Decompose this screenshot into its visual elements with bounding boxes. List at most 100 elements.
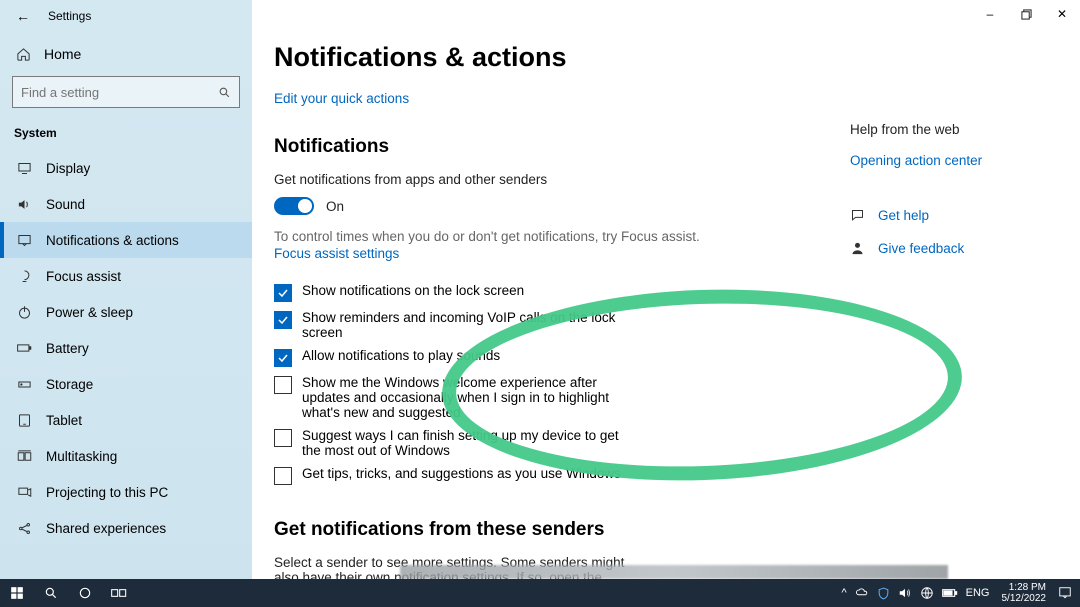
language-indicator[interactable]: ENG [966, 587, 990, 599]
focus-assist-note: To control times when you do or don't ge… [274, 229, 820, 244]
sidebar-item-focus[interactable]: Focus assist [0, 258, 252, 294]
notification-checkbox[interactable]: Show notifications on the lock screen [274, 283, 634, 302]
sidebar-item-label: Tablet [46, 413, 82, 428]
get-help-link[interactable]: Get help [850, 208, 1040, 223]
main-area: – ✕ Notifications & actions Edit your qu… [252, 0, 1080, 579]
sidebar-item-battery[interactable]: Battery [0, 330, 252, 366]
sidebar-item-sound[interactable]: Sound [0, 186, 252, 222]
storage-icon [16, 376, 32, 392]
sidebar-item-tablet[interactable]: Tablet [0, 402, 252, 438]
sidebar-item-label: Storage [46, 377, 93, 392]
checkbox-icon [274, 429, 292, 447]
checkbox-icon [274, 349, 292, 367]
sidebar-item-label: Focus assist [46, 269, 121, 284]
battery-icon[interactable] [942, 587, 958, 599]
project-icon [16, 484, 32, 500]
senders-heading: Get notifications from these senders [274, 519, 820, 541]
volume-icon[interactable] [898, 586, 912, 600]
page-title: Notifications & actions [274, 42, 820, 73]
system-tray: ^ ENG 1:28 PM 5/12/2022 [841, 582, 1080, 604]
start-button[interactable] [0, 579, 34, 607]
tray-chevron-icon[interactable]: ^ [841, 587, 846, 599]
notif-icon [16, 232, 32, 248]
back-button[interactable]: ← [16, 8, 30, 24]
notification-checkbox[interactable]: Suggest ways I can finish setting up my … [274, 428, 634, 458]
window-title: Settings [48, 9, 91, 23]
settings-window: ← Settings Home System Display Sound Notif… [0, 0, 1080, 579]
sidebar-item-power[interactable]: Power & sleep [0, 294, 252, 330]
clock[interactable]: 1:28 PM 5/12/2022 [998, 582, 1051, 604]
network-icon[interactable] [920, 586, 934, 600]
search-field[interactable] [21, 85, 218, 100]
give-feedback-link[interactable]: Give feedback [850, 241, 1040, 256]
sidebar-item-label: Battery [46, 341, 89, 356]
task-view-button[interactable] [102, 579, 136, 607]
display-icon [16, 160, 32, 176]
notification-checkbox[interactable]: Get tips, tricks, and suggestions as you… [274, 466, 634, 485]
sound-icon [16, 196, 32, 212]
tablet-icon [16, 412, 32, 428]
power-icon [16, 304, 32, 320]
action-center-icon[interactable] [1058, 586, 1072, 600]
shared-icon [16, 520, 32, 536]
minimize-button[interactable]: – [972, 0, 1008, 28]
edit-quick-actions-link[interactable]: Edit your quick actions [274, 91, 820, 106]
maximize-button[interactable] [1008, 0, 1044, 28]
focus-icon [16, 268, 32, 284]
decorative-blur [400, 565, 948, 579]
taskbar-search[interactable] [34, 579, 68, 607]
person-icon [850, 241, 866, 256]
multi-icon [16, 448, 32, 464]
taskbar: ^ ENG 1:28 PM 5/12/2022 [0, 579, 1080, 607]
home-label: Home [44, 46, 81, 62]
chat-icon [850, 208, 866, 223]
sidebar-item-shared[interactable]: Shared experiences [0, 510, 252, 546]
help-link-action-center[interactable]: Opening action center [850, 153, 1040, 168]
sidebar-item-label: Shared experiences [46, 521, 166, 536]
home-nav[interactable]: Home [0, 36, 252, 72]
sidebar-item-label: Sound [46, 197, 85, 212]
close-button[interactable]: ✕ [1044, 0, 1080, 28]
sidebar-item-notif[interactable]: Notifications & actions [0, 222, 252, 258]
notifications-toggle[interactable] [274, 197, 314, 215]
battery-icon [16, 340, 32, 356]
cortana-button[interactable] [68, 579, 102, 607]
focus-assist-link[interactable]: Focus assist settings [274, 246, 820, 261]
help-heading: Help from the web [850, 122, 1040, 137]
checkbox-icon [274, 376, 292, 394]
checkbox-icon [274, 467, 292, 485]
sidebar: ← Settings Home System Display Sound Notif… [0, 0, 252, 579]
sidebar-item-label: Multitasking [46, 449, 117, 464]
window-controls: – ✕ [972, 0, 1080, 28]
sidebar-item-label: Notifications & actions [46, 233, 179, 248]
nav-list: Display Sound Notifications & actions Focus… [0, 150, 252, 546]
toggle-state-label: On [326, 199, 344, 214]
home-icon [16, 47, 32, 62]
notifications-heading: Notifications [274, 136, 820, 158]
search-input[interactable] [12, 76, 240, 108]
checkbox-icon [274, 311, 292, 329]
sidebar-item-storage[interactable]: Storage [0, 366, 252, 402]
search-icon [218, 86, 231, 99]
checkbox-label: Allow notifications to play sounds [302, 348, 500, 363]
notification-checkbox[interactable]: Show reminders and incoming VoIP calls o… [274, 310, 634, 340]
sidebar-item-label: Projecting to this PC [46, 485, 168, 500]
notification-checkbox[interactable]: Allow notifications to play sounds [274, 348, 634, 367]
defender-icon[interactable] [877, 587, 890, 600]
checkbox-label: Get tips, tricks, and suggestions as you… [302, 466, 621, 481]
checkbox-icon [274, 284, 292, 302]
checkbox-label: Suggest ways I can finish setting up my … [302, 428, 634, 458]
sidebar-item-multi[interactable]: Multitasking [0, 438, 252, 474]
notification-checkbox[interactable]: Show me the Windows welcome experience a… [274, 375, 634, 420]
notification-options: Show notifications on the lock screen Sho… [274, 283, 820, 485]
sidebar-item-label: Display [46, 161, 90, 176]
sidebar-item-display[interactable]: Display [0, 150, 252, 186]
get-notifications-label: Get notifications from apps and other se… [274, 172, 820, 187]
sidebar-item-project[interactable]: Projecting to this PC [0, 474, 252, 510]
checkbox-label: Show reminders and incoming VoIP calls o… [302, 310, 634, 340]
section-label: System [0, 118, 252, 150]
checkbox-label: Show notifications on the lock screen [302, 283, 524, 298]
sidebar-item-label: Power & sleep [46, 305, 133, 320]
onedrive-icon[interactable] [855, 586, 869, 600]
checkbox-label: Show me the Windows welcome experience a… [302, 375, 634, 420]
